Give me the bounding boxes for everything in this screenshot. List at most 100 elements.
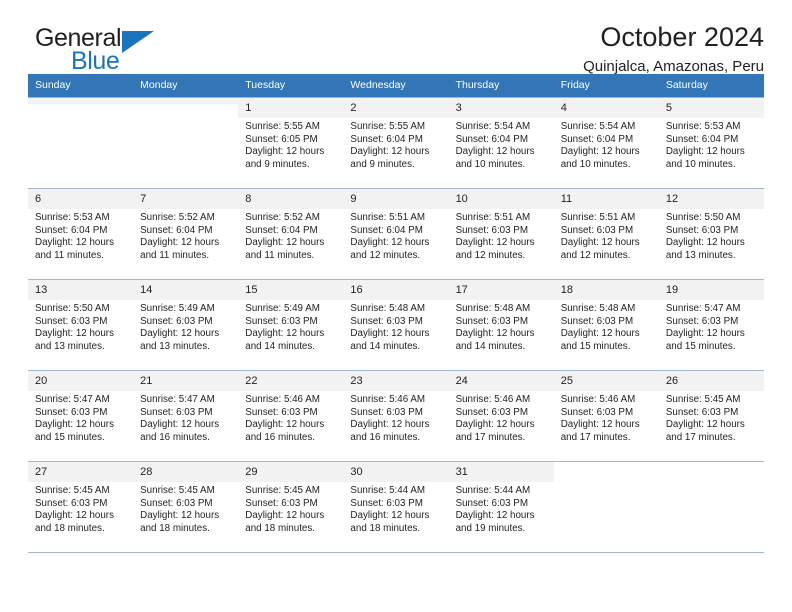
sunrise-text: Sunrise: 5:54 AM — [455, 121, 531, 132]
daylight-text-line1: Daylight: 12 hours — [560, 419, 640, 431]
calendar-day-cell[interactable]: 30 Sunrise: 5:44 AM Sunset: 6:03 PM Dayligh… — [343, 461, 449, 552]
calendar-day-cell[interactable]: 3 Sunrise: 5:54 AM Sunset: 6:04 PM Daylight… — [448, 97, 554, 189]
sunrise-text: Sunrise: 5:45 AM — [35, 485, 110, 496]
day-info: Sunrise: 5:53 AM Sunset: 6:04 PM Daylight:… — [28, 209, 133, 262]
day-info: Sunrise: 5:45 AM Sunset: 6:03 PM Daylight:… — [238, 482, 343, 535]
calendar-day-cell[interactable]: 1 Sunrise: 5:55 AM Sunset: 6:05 PM Daylight… — [238, 97, 344, 189]
daylight-text-line1: Daylight: 12 hours — [455, 237, 535, 249]
calendar-day-cell[interactable]: 17 Sunrise: 5:48 AM Sunset: 6:03 PM Dayligh… — [448, 279, 554, 371]
sunrise-text: Sunrise: 5:50 AM — [35, 303, 110, 314]
calendar-day-cell[interactable]: 13 Sunrise: 5:50 AM Sunset: 6:03 PM Dayligh… — [28, 279, 134, 371]
calendar-day-cell[interactable]: 23 Sunrise: 5:46 AM Sunset: 6:03 PM Dayligh… — [343, 370, 449, 462]
calendar-empty-cell — [28, 97, 134, 189]
sunrise-text: Sunrise: 5:44 AM — [350, 485, 426, 496]
daylight-text-line2: and 18 minutes. — [245, 522, 315, 534]
daylight-text-line1: Daylight: 12 hours — [245, 510, 325, 522]
sunrise-text: Sunrise: 5:51 AM — [350, 212, 426, 223]
calendar-day-cell[interactable]: 10 Sunrise: 5:51 AM Sunset: 6:03 PM Dayligh… — [448, 188, 554, 280]
day-number: 12 — [658, 189, 764, 209]
sunset-text: Sunset: 6:03 PM — [560, 224, 634, 236]
day-number: 14 — [133, 280, 239, 300]
logo-word-blue: Blue — [71, 47, 120, 75]
calendar-day-cell[interactable]: 4 Sunrise: 5:54 AM Sunset: 6:04 PM Daylight… — [553, 97, 659, 189]
sunrise-text: Sunrise: 5:46 AM — [350, 394, 426, 405]
calendar-day-cell[interactable]: 27 Sunrise: 5:45 AM Sunset: 6:03 PM Dayligh… — [28, 461, 134, 552]
calendar-day-cell[interactable]: 5 Sunrise: 5:53 AM Sunset: 6:04 PM Daylight… — [658, 97, 764, 189]
daylight-text-line1: Daylight: 12 hours — [35, 510, 114, 522]
sunrise-text: Sunrise: 5:52 AM — [245, 212, 320, 223]
day-number: 2 — [343, 98, 449, 118]
calendar-empty-cell — [133, 97, 239, 189]
calendar-day-cell[interactable]: 18 Sunrise: 5:48 AM Sunset: 6:03 PM Dayligh… — [553, 279, 659, 371]
sunrise-text: Sunrise: 5:45 AM — [665, 394, 741, 405]
daylight-text-line2: and 17 minutes. — [665, 431, 736, 443]
calendar-day-cell[interactable]: 16 Sunrise: 5:48 AM Sunset: 6:03 PM Dayligh… — [343, 279, 449, 371]
day-number: 19 — [658, 280, 764, 300]
daylight-text-line2: and 10 minutes. — [455, 158, 526, 170]
calendar-week-row: 1 Sunrise: 5:55 AM Sunset: 6:05 PM Daylight… — [28, 97, 764, 189]
daylight-text-line2: and 16 minutes. — [350, 431, 421, 443]
calendar-day-cell[interactable]: 2 Sunrise: 5:55 AM Sunset: 6:04 PM Daylight… — [343, 97, 449, 189]
general-blue-logo[interactable]: General Blue — [35, 26, 225, 78]
day-number: 23 — [343, 371, 449, 391]
calendar-day-cell[interactable]: 20 Sunrise: 5:47 AM Sunset: 6:03 PM Dayligh… — [28, 370, 134, 462]
calendar-day-cell[interactable]: 14 Sunrise: 5:49 AM Sunset: 6:03 PM Dayligh… — [133, 279, 239, 371]
day-info: Sunrise: 5:46 AM Sunset: 6:03 PM Daylight:… — [343, 391, 448, 444]
daylight-text-line2: and 17 minutes. — [455, 431, 526, 443]
day-number: 28 — [133, 462, 239, 482]
sunset-text: Sunset: 6:03 PM — [245, 406, 318, 418]
calendar-day-cell[interactable]: 9 Sunrise: 5:51 AM Sunset: 6:04 PM Daylight… — [343, 188, 449, 280]
weekday-header-thursday: Thursday — [448, 74, 554, 98]
calendar-day-cell[interactable]: 11 Sunrise: 5:51 AM Sunset: 6:03 PM Dayligh… — [553, 188, 659, 280]
daylight-text-line1: Daylight: 12 hours — [350, 146, 430, 158]
daylight-text-line2: and 15 minutes. — [560, 340, 631, 352]
calendar-day-cell[interactable]: 26 Sunrise: 5:45 AM Sunset: 6:03 PM Dayligh… — [658, 370, 764, 462]
calendar-day-cell[interactable]: 15 Sunrise: 5:49 AM Sunset: 6:03 PM Dayligh… — [238, 279, 344, 371]
day-info: Sunrise: 5:50 AM Sunset: 6:03 PM Daylight:… — [659, 209, 764, 262]
page-header: General Blue October 2024 Quinjalca, Ama… — [28, 0, 764, 75]
daylight-text-line1: Daylight: 12 hours — [455, 510, 535, 522]
calendar-day-cell[interactable]: 7 Sunrise: 5:52 AM Sunset: 6:04 PM Daylight… — [133, 188, 239, 280]
day-info: Sunrise: 5:44 AM Sunset: 6:03 PM Daylight:… — [449, 482, 554, 535]
sunset-text: Sunset: 6:03 PM — [350, 497, 423, 509]
daylight-text-line2: and 11 minutes. — [140, 249, 210, 261]
daylight-text-line1: Daylight: 12 hours — [350, 328, 430, 340]
calendar-day-cell[interactable]: 12 Sunrise: 5:50 AM Sunset: 6:03 PM Dayligh… — [658, 188, 764, 280]
daylight-text-line1: Daylight: 12 hours — [245, 146, 325, 158]
daylight-text-line1: Daylight: 12 hours — [140, 419, 220, 431]
daylight-text-line2: and 14 minutes. — [245, 340, 315, 352]
calendar-day-cell[interactable]: 8 Sunrise: 5:52 AM Sunset: 6:04 PM Daylight… — [238, 188, 344, 280]
calendar-week-row: 13 Sunrise: 5:50 AM Sunset: 6:03 PM Dayligh… — [28, 279, 764, 371]
calendar-day-cell[interactable]: 19 Sunrise: 5:47 AM Sunset: 6:03 PM Dayligh… — [658, 279, 764, 371]
sunrise-text: Sunrise: 5:44 AM — [455, 485, 531, 496]
day-number: 1 — [238, 98, 344, 118]
daylight-text-line1: Daylight: 12 hours — [35, 419, 114, 431]
calendar-table: Sunday Monday Tuesday Wednesday Thursday… — [28, 74, 764, 552]
calendar-day-cell[interactable]: 22 Sunrise: 5:46 AM Sunset: 6:03 PM Dayligh… — [238, 370, 344, 462]
day-number: 21 — [133, 371, 239, 391]
calendar-day-cell[interactable]: 29 Sunrise: 5:45 AM Sunset: 6:03 PM Dayligh… — [238, 461, 344, 552]
calendar-day-cell[interactable]: 31 Sunrise: 5:44 AM Sunset: 6:03 PM Dayligh… — [448, 461, 554, 552]
day-number — [553, 462, 659, 468]
calendar-day-cell[interactable]: 21 Sunrise: 5:47 AM Sunset: 6:03 PM Dayligh… — [133, 370, 239, 462]
day-info: Sunrise: 5:47 AM Sunset: 6:03 PM Daylight:… — [133, 391, 238, 444]
calendar-day-cell[interactable]: 25 Sunrise: 5:46 AM Sunset: 6:03 PM Dayligh… — [553, 370, 659, 462]
calendar-day-cell[interactable]: 24 Sunrise: 5:46 AM Sunset: 6:03 PM Dayligh… — [448, 370, 554, 462]
day-info: Sunrise: 5:54 AM Sunset: 6:04 PM Daylight:… — [554, 118, 659, 171]
day-number: 4 — [553, 98, 659, 118]
daylight-text-line2: and 19 minutes. — [455, 522, 526, 534]
calendar-day-cell[interactable]: 6 Sunrise: 5:53 AM Sunset: 6:04 PM Daylight… — [28, 188, 134, 280]
daylight-text-line2: and 14 minutes. — [455, 340, 526, 352]
sunset-text: Sunset: 6:04 PM — [665, 133, 739, 145]
sunset-text: Sunset: 6:03 PM — [350, 315, 423, 327]
daylight-text-line1: Daylight: 12 hours — [350, 419, 430, 431]
sunset-text: Sunset: 6:03 PM — [455, 224, 528, 236]
daylight-text-line2: and 12 minutes. — [350, 249, 421, 261]
day-number: 22 — [238, 371, 344, 391]
daylight-text-line1: Daylight: 12 hours — [245, 419, 325, 431]
daylight-text-line2: and 17 minutes. — [560, 431, 631, 443]
sunset-text: Sunset: 6:03 PM — [140, 406, 213, 418]
daylight-text-line2: and 11 minutes. — [35, 249, 104, 261]
daylight-text-line1: Daylight: 12 hours — [665, 328, 745, 340]
calendar-day-cell[interactable]: 28 Sunrise: 5:45 AM Sunset: 6:03 PM Dayligh… — [133, 461, 239, 552]
